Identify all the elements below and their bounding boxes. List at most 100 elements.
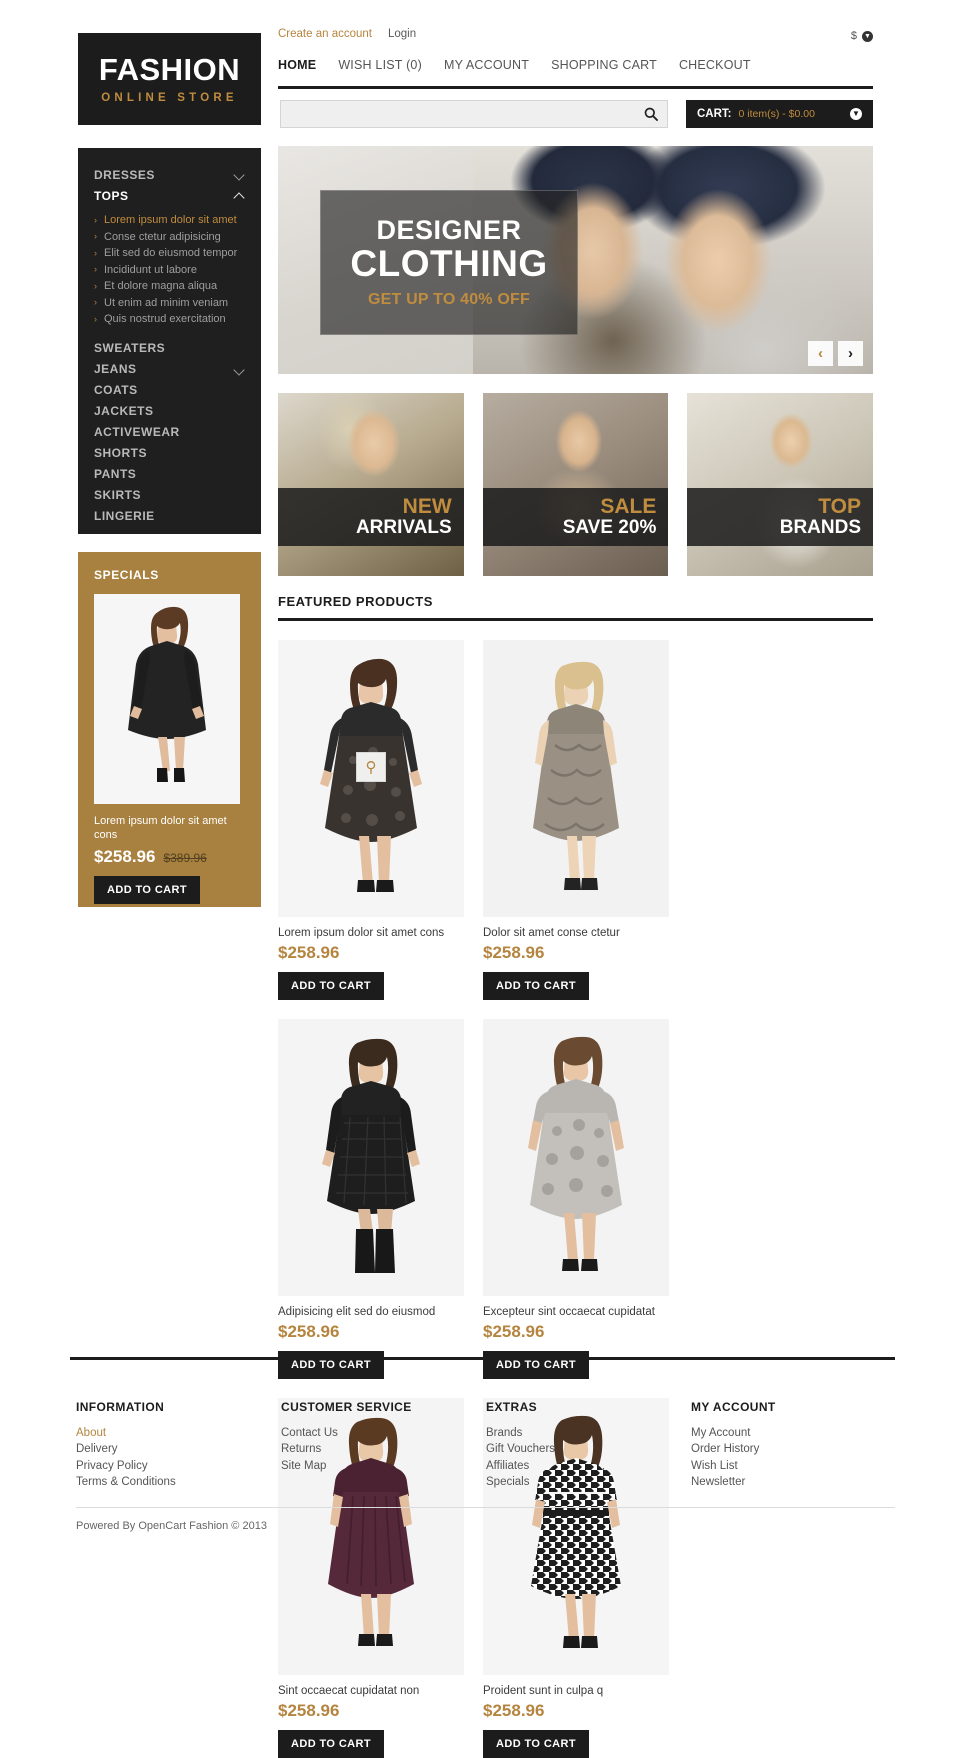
footer-link-about[interactable]: About	[76, 1425, 281, 1441]
product-price: $258.96	[278, 1321, 340, 1341]
promo-caption: TOP BRANDS	[687, 488, 874, 546]
sidebar-item-jeans[interactable]: JEANS	[78, 359, 261, 380]
product-image[interactable]	[483, 640, 669, 917]
product-card: ⚲ Lorem ipsum dolor sit amet cons $258.9…	[278, 640, 464, 1000]
promo-title: SALE	[600, 494, 657, 518]
nav-item-shopping-cart[interactable]: SHOPPING CART	[551, 58, 657, 72]
add-to-cart-button[interactable]: ADD TO CART	[483, 1729, 589, 1758]
promo-banner-new-arrivals[interactable]: NEW ARRIVALS	[278, 393, 464, 576]
sidebar-item-tops[interactable]: TOPS	[78, 185, 261, 206]
page-root: Create an account Login $ ▼ FASHION ONLI…	[0, 0, 965, 1758]
specials-module: SPECIALS Lorem ipsum dolor sit amet cons…	[78, 552, 261, 907]
sidebar-subitem[interactable]: › Quis nostrud exercitation	[78, 311, 261, 328]
sidebar-subitem[interactable]: › Incididunt ut labore	[78, 262, 261, 279]
footer-link-order-history[interactable]: Order History	[691, 1441, 896, 1457]
chevron-right-icon: ›	[94, 247, 97, 258]
product-name: Dolor sit amet conse ctetur	[483, 927, 620, 939]
add-to-cart-button[interactable]: ADD TO CART	[278, 971, 384, 1000]
footer-link-brands[interactable]: Brands	[486, 1425, 691, 1441]
footer-link-newsletter[interactable]: Newsletter	[691, 1474, 896, 1490]
footer-link-contact-us[interactable]: Contact Us	[281, 1425, 486, 1441]
topbar: Create an account Login $ ▼	[278, 28, 873, 52]
sidebar-subitem[interactable]: › Lorem ipsum dolor sit amet	[78, 212, 261, 229]
sidebar-item-lingerie[interactable]: LINGERIE	[78, 506, 261, 527]
chevron-right-icon: ›	[94, 297, 97, 308]
sidebar-item-jackets[interactable]: JACKETS	[78, 401, 261, 422]
sidebar-subitem[interactable]: › Ut enim ad minim veniam	[78, 295, 261, 312]
footer-divider	[70, 1357, 895, 1360]
promo-banners: NEW ARRIVALS SALE SAVE 20% TOP BRANDS	[278, 393, 874, 576]
dress-illustration	[94, 594, 240, 804]
promo-banner-top-brands[interactable]: TOP BRANDS	[687, 393, 874, 576]
footer-column-customer-service: CUSTOMER SERVICE Contact Us Returns Site…	[281, 1400, 486, 1490]
nav-item-checkout[interactable]: CHECKOUT	[679, 58, 751, 72]
sidebar-item-label: SHORTS	[94, 446, 148, 460]
sidebar-item-activewear[interactable]: ACTIVEWEAR	[78, 422, 261, 443]
product-image[interactable]: ⚲	[278, 640, 464, 917]
product-name: Excepteur sint occaecat cupidatat	[483, 1305, 655, 1318]
sidebar-subitem[interactable]: › Et dolore magna aliqua	[78, 278, 261, 295]
logo-sub-text: ONLINE STORE	[101, 92, 238, 104]
sidebar-item-label: LINGERIE	[94, 509, 155, 523]
specials-title: SPECIALS	[94, 568, 159, 582]
sidebar-subitem-label: Lorem ipsum dolor sit amet	[104, 214, 237, 227]
promo-caption: NEW ARRIVALS	[278, 488, 464, 546]
footer-link-privacy-policy[interactable]: Privacy Policy	[76, 1458, 281, 1474]
promo-banner-sale[interactable]: SALE SAVE 20%	[482, 393, 669, 576]
search-button[interactable]	[635, 101, 667, 127]
hero-slider-nav: ‹ ›	[808, 341, 863, 366]
sidebar-item-sweaters[interactable]: SWEATERS	[78, 338, 261, 359]
chevron-up-icon	[234, 190, 245, 201]
slider-next-button[interactable]: ›	[838, 341, 863, 366]
footer-link-site-map[interactable]: Site Map	[281, 1458, 486, 1474]
dress-illustration	[483, 1018, 669, 1296]
product-card: Dolor sit amet conse ctetur $258.96 ADD …	[483, 640, 669, 1000]
specials-price-row: $258.96 $389.96	[94, 847, 245, 867]
add-to-cart-button[interactable]: ADD TO CART	[483, 1350, 589, 1379]
footer-link-terms-conditions[interactable]: Terms & Conditions	[76, 1474, 281, 1490]
footer-column-title: MY ACCOUNT	[691, 1400, 776, 1414]
currency-selector[interactable]: $ ▼	[851, 30, 873, 42]
specials-add-to-cart-button[interactable]: ADD TO CART	[94, 875, 200, 904]
footer-link-affiliates[interactable]: Affiliates	[486, 1458, 691, 1474]
footer-link-specials[interactable]: Specials	[486, 1474, 691, 1490]
sidebar-subitem[interactable]: › Conse ctetur adipisicing	[78, 229, 261, 246]
add-to-cart-button[interactable]: ADD TO CART	[483, 971, 589, 1000]
add-to-cart-button[interactable]: ADD TO CART	[278, 1729, 384, 1758]
sidebar-item-coats[interactable]: COATS	[78, 380, 261, 401]
sidebar-subitem[interactable]: › Elit sed do eiusmod tempor	[78, 245, 261, 262]
promo-caption: SALE SAVE 20%	[482, 488, 669, 546]
cart-button[interactable]: CART: 0 item(s) - $0.00 ▼	[686, 100, 873, 128]
nav-item-my-account[interactable]: MY ACCOUNT	[444, 58, 529, 72]
footer-link-delivery[interactable]: Delivery	[76, 1441, 281, 1457]
login-link[interactable]: Login	[388, 28, 416, 40]
product-image[interactable]	[483, 1018, 669, 1296]
sidebar-item-pants[interactable]: PANTS	[78, 464, 261, 485]
logo[interactable]: FASHION ONLINE STORE	[78, 33, 261, 125]
add-to-cart-button[interactable]: ADD TO CART	[278, 1350, 384, 1379]
footer-link-wish-list[interactable]: Wish List	[691, 1458, 896, 1474]
product-image[interactable]	[278, 1018, 464, 1296]
footer-column-my-account: MY ACCOUNT My Account Order History Wish…	[691, 1400, 896, 1490]
specials-product-image[interactable]	[94, 594, 240, 804]
sidebar-item-label: JEANS	[94, 362, 137, 376]
footer-column-title: EXTRAS	[486, 1400, 538, 1414]
sidebar-item-dresses[interactable]: DRESSES	[78, 164, 261, 185]
sidebar-item-shorts[interactable]: SHORTS	[78, 443, 261, 464]
footer-link-gift-vouchers[interactable]: Gift Vouchers	[486, 1441, 691, 1457]
footer-link-returns[interactable]: Returns	[281, 1441, 486, 1457]
footer-column-title: CUSTOMER SERVICE	[281, 1400, 412, 1414]
search-icon	[644, 107, 658, 121]
search-input[interactable]	[281, 107, 635, 121]
create-account-link[interactable]: Create an account	[278, 28, 372, 40]
slider-prev-button[interactable]: ‹	[808, 341, 833, 366]
footer-link-my-account[interactable]: My Account	[691, 1425, 896, 1441]
sidebar-subitem-label: Quis nostrud exercitation	[104, 313, 226, 326]
search-box	[280, 100, 668, 128]
nav-item-home[interactable]: HOME	[278, 58, 316, 72]
zoom-icon[interactable]: ⚲	[356, 752, 386, 783]
sidebar-subitem-label: Ut enim ad minim veniam	[104, 296, 229, 309]
nav-item-wish-list[interactable]: WISH LIST (0)	[338, 58, 422, 72]
copyright-text: Powered By OpenCart Fashion © 2013	[76, 1520, 267, 1532]
sidebar-item-skirts[interactable]: SKIRTS	[78, 485, 261, 506]
